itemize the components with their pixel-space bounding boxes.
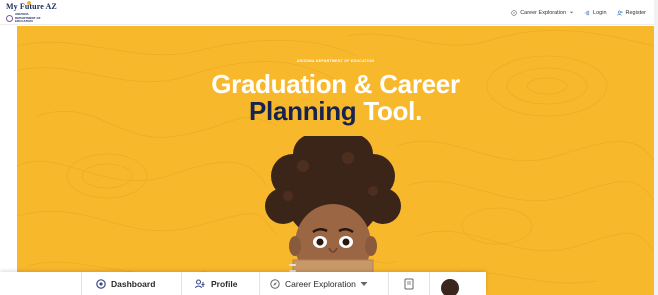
divider	[429, 272, 430, 295]
bottom-nav-profile[interactable]: Profile	[182, 272, 259, 295]
hero-title-accent: Planning	[249, 96, 357, 126]
bottom-nav-profile-label: Profile	[211, 278, 238, 289]
user-avatar[interactable]	[441, 278, 459, 295]
top-nav: My Future AZ ARIZONA DEPARTMENT OF EDUCA…	[0, 0, 654, 25]
logo-title: My Future AZ	[6, 2, 57, 11]
hero-kicker: ARIZONA DEPARTMENT OF EDUCATION	[296, 59, 375, 63]
compass-icon	[511, 9, 517, 16]
logo-subtitle-row: ARIZONA DEPARTMENT OF EDUCATION	[6, 12, 66, 24]
nav-login-label: Login	[593, 9, 607, 16]
compass-icon	[270, 278, 280, 289]
site-logo[interactable]: My Future AZ ARIZONA DEPARTMENT OF EDUCA…	[6, 1, 66, 24]
dashboard-icon	[96, 278, 106, 289]
bottom-nav-dashboard[interactable]: Dashboard	[82, 272, 181, 295]
logo-subtitle: ARIZONA DEPARTMENT OF EDUCATION	[15, 12, 41, 23]
hero-section: ARIZONA DEPARTMENT OF EDUCATION Graduati…	[17, 26, 654, 295]
nav-career-exploration[interactable]: Career Exploration	[511, 10, 574, 16]
bottom-empty-slot	[0, 272, 81, 295]
chevron-down-icon	[570, 11, 574, 14]
chevron-down-icon	[360, 281, 368, 286]
bottom-nav-career-exploration-label: Career Exploration	[285, 278, 356, 289]
hero-title-rest: Tool.	[363, 96, 422, 126]
nav-login[interactable]: Login	[584, 9, 607, 16]
bottom-nav-notebook[interactable]	[389, 272, 429, 295]
ade-seal-icon	[6, 14, 13, 22]
page: My Future AZ ARIZONA DEPARTMENT OF EDUCA…	[0, 0, 654, 295]
nav-links: Career Exploration Login Register	[511, 0, 646, 25]
login-icon	[584, 10, 590, 15]
nav-career-exploration-label: Career Exploration	[520, 9, 567, 16]
profile-settings-icon	[195, 278, 205, 288]
hero-title-line2: Planning Tool.	[17, 97, 654, 125]
bottom-nav-career-exploration[interactable]: Career Exploration	[260, 272, 388, 295]
hero-title-line1: Graduation & Career	[211, 69, 460, 99]
notebook-icon	[404, 278, 414, 289]
bottom-nav-bar: Dashboard Profile Career Exploration	[0, 272, 486, 295]
logo-dot-icon	[27, 1, 31, 5]
add-user-icon	[616, 10, 623, 16]
bottom-nav-dashboard-label: Dashboard	[111, 278, 156, 289]
nav-register[interactable]: Register	[616, 9, 646, 16]
nav-register-label: Register	[625, 9, 646, 16]
